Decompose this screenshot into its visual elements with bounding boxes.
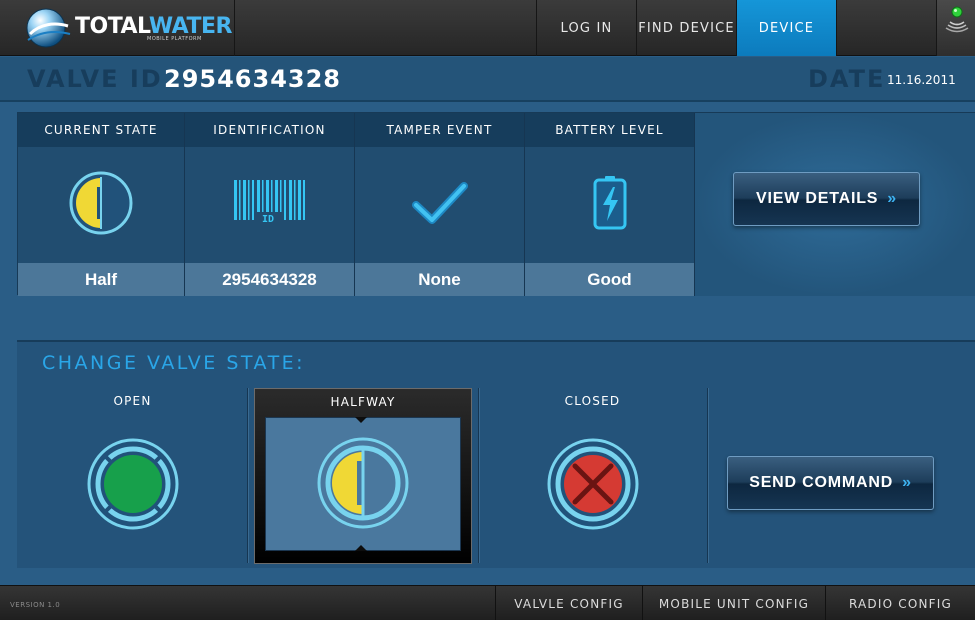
option-closed[interactable]: CLOSED [480, 388, 705, 563]
brand-tagline: MOBILE PLATFORM [147, 36, 202, 42]
send-command-button[interactable]: SEND COMMAND » [727, 456, 934, 510]
status-value: None [355, 263, 524, 296]
notch-bottom [355, 545, 367, 551]
nav-find-device[interactable]: FIND DEVICE [636, 0, 736, 56]
status-tamper-event: TAMPER EVENT None [355, 113, 525, 296]
status-header: TAMPER EVENT [355, 113, 524, 147]
svg-text:ID: ID [262, 214, 274, 225]
status-battery-level: BATTERY LEVEL Good [525, 113, 695, 296]
nav-log-in[interactable]: LOG IN [536, 0, 636, 56]
checkmark-icon [411, 182, 468, 224]
battery-icon [593, 176, 626, 230]
view-details-button[interactable]: VIEW DETAILS » [733, 172, 920, 226]
signal-status-button[interactable] [936, 0, 975, 56]
half-valve-icon [69, 171, 133, 235]
change-valve-state-title: CHANGE VALVE STATE: [42, 352, 306, 374]
option-label: CLOSED [564, 394, 621, 408]
valve-id-value: 2954634328 [164, 65, 341, 93]
status-header: BATTERY LEVEL [525, 113, 694, 147]
date-label: DATE [808, 65, 886, 93]
signal-status-icon [945, 6, 969, 33]
open-valve-icon [87, 438, 178, 530]
option-open[interactable]: OPEN [20, 388, 245, 563]
nav-device[interactable]: DEVICE [736, 0, 836, 56]
closed-valve-icon [547, 438, 638, 530]
status-value: 2954634328 [185, 263, 354, 296]
details-area: VIEW DETAILS » [695, 113, 975, 296]
status-panel: CURRENT STATE Half IDENTIFICATION ID 295… [17, 112, 975, 296]
valve-header: VALVE ID 2954634328 DATE 11.16.2011 [0, 57, 975, 102]
top-bar: TOTALWATER MOBILE PLATFORM LOG IN FIND D… [0, 0, 975, 56]
status-header: IDENTIFICATION [185, 113, 354, 147]
barcode-id-icon: ID [233, 180, 305, 225]
valve-id-label: VALVE ID [27, 65, 163, 93]
footer-mobile-unit-config[interactable]: MOBILE UNIT CONFIG [642, 586, 825, 620]
nav-empty-slot [836, 0, 936, 56]
change-valve-state-panel: CHANGE VALVE STATE: OPEN HALFWAY CLOSED … [17, 340, 975, 568]
option-halfway[interactable]: HALFWAY [254, 388, 472, 564]
date-value: 11.16.2011 [887, 73, 956, 87]
status-current-state: CURRENT STATE Half [18, 113, 185, 296]
brand-logo[interactable]: TOTALWATER MOBILE PLATFORM [0, 0, 235, 56]
footer-valve-config[interactable]: VALVLE CONFIG [495, 586, 642, 620]
double-chevron-right-icon: » [887, 190, 897, 207]
option-divider [247, 388, 249, 563]
notch-top [355, 417, 367, 423]
status-identification: IDENTIFICATION ID 2954634328 [185, 113, 355, 296]
option-label: HALFWAY [330, 395, 396, 409]
half-valve-icon [317, 437, 409, 529]
footer-bar: VERSION 1.0 VALVLE CONFIG MOBILE UNIT CO… [0, 585, 975, 620]
status-value: Half [18, 263, 184, 296]
status-value: Good [525, 263, 694, 296]
version-label: VERSION 1.0 [10, 601, 61, 609]
option-divider [707, 388, 709, 563]
option-label: OPEN [113, 394, 152, 408]
double-chevron-right-icon: » [902, 474, 912, 491]
globe-logo-icon [26, 8, 71, 48]
footer-radio-config[interactable]: RADIO CONFIG [825, 586, 975, 620]
status-header: CURRENT STATE [18, 113, 184, 147]
